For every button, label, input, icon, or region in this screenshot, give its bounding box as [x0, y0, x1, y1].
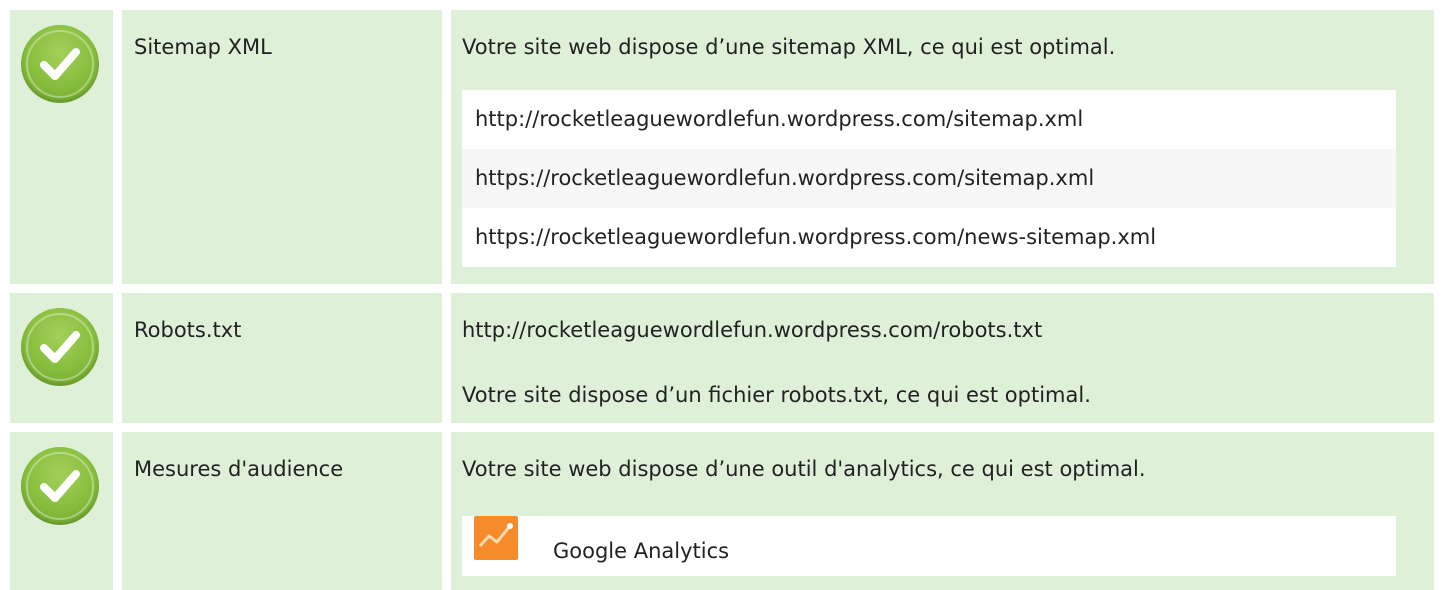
sitemap-label: Sitemap XML: [134, 35, 272, 59]
sitemap-label-cell: Sitemap XML: [122, 10, 442, 284]
sitemap-url-item[interactable]: http://rocketleaguewordlefun.wordpress.c…: [462, 90, 1396, 149]
robots-body-cell: http://rocketleaguewordlefun.wordpress.c…: [451, 293, 1434, 423]
robots-status-cell: [10, 293, 113, 423]
robots-row: Robots.txt http://rocketleaguewordlefun.…: [0, 293, 1445, 423]
analytics-row: Mesures d'audience Votre site web dispos…: [0, 432, 1445, 590]
analytics-tool-item: Google Analytics: [462, 516, 1396, 576]
analytics-tool-name: Google Analytics: [553, 539, 730, 563]
check-circle-icon: [21, 447, 99, 525]
google-analytics-icon: [474, 516, 518, 560]
analytics-label: Mesures d'audience: [134, 457, 344, 481]
robots-url[interactable]: http://rocketleaguewordlefun.wordpress.c…: [462, 315, 1434, 345]
sitemap-url-item[interactable]: https://rocketleaguewordlefun.wordpress.…: [462, 149, 1396, 208]
sitemap-message: Votre site web dispose d’une sitemap XML…: [462, 35, 1116, 59]
robots-label: Robots.txt: [134, 318, 242, 342]
analytics-message: Votre site web dispose d’une outil d'ana…: [462, 457, 1146, 481]
analytics-label-cell: Mesures d'audience: [122, 432, 442, 590]
analytics-body-cell: Votre site web dispose d’une outil d'ana…: [451, 432, 1434, 590]
sitemap-url-list: http://rocketleaguewordlefun.wordpress.c…: [462, 90, 1396, 267]
sitemap-status-cell: [10, 10, 113, 284]
check-circle-icon: [21, 308, 99, 386]
sitemap-url-item[interactable]: https://rocketleaguewordlefun.wordpress.…: [462, 208, 1396, 267]
check-circle-icon: [21, 25, 99, 103]
analytics-status-cell: [10, 432, 113, 590]
sitemap-row: Sitemap XML Votre site web dispose d’une…: [0, 10, 1445, 284]
sitemap-body-cell: Votre site web dispose d’une sitemap XML…: [451, 10, 1434, 284]
robots-label-cell: Robots.txt: [122, 293, 442, 423]
robots-message: Votre site dispose d’un fichier robots.t…: [462, 383, 1091, 407]
